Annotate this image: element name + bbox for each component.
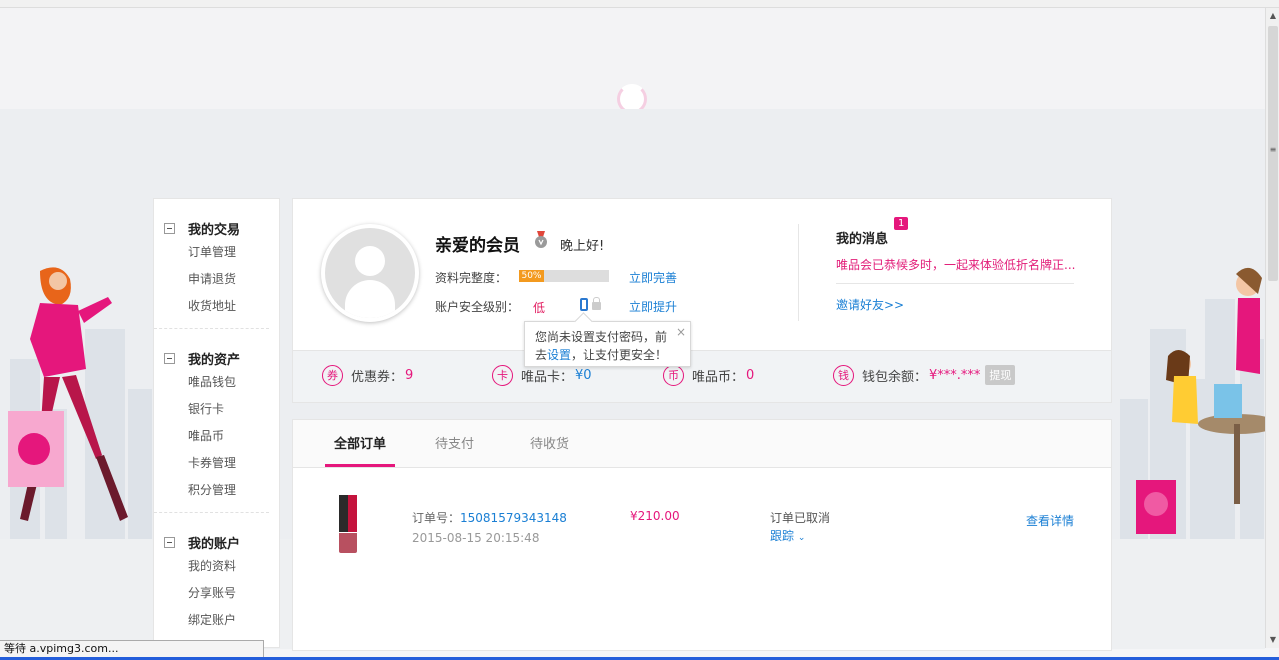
coupon-icon: 券	[322, 364, 343, 386]
wallet-balance: ¥***.***	[929, 367, 981, 383]
sidebar-group-title: 我的账户	[188, 536, 241, 552]
messages-count-badge: 1	[894, 217, 909, 230]
completeness-label: 资料完整度：	[435, 271, 508, 285]
track-label: 跟踪	[770, 529, 795, 543]
security-level-value: 低	[533, 301, 546, 315]
vip-coin-label: 唯品币：	[692, 369, 745, 385]
coupon-summary[interactable]: 券 优惠券： 9	[322, 364, 413, 386]
vip-coin-count: 0	[746, 367, 755, 383]
order-number-link[interactable]: 15081579343148	[460, 511, 567, 525]
wallet-summary[interactable]: 钱 钱包余额： ¥***.*** 提现	[833, 364, 1016, 386]
order-number-label: 订单号：	[412, 511, 461, 525]
sidebar-item-returns[interactable]: 申请退货	[164, 266, 269, 293]
order-price: ¥210.00	[630, 509, 680, 523]
vip-coin-summary[interactable]: 币 唯品币： 0	[663, 364, 754, 386]
collapse-minus-icon[interactable]	[164, 536, 175, 548]
view-details-link[interactable]: 查看详情	[1026, 512, 1074, 529]
tab-all-orders[interactable]: 全部订单	[325, 420, 396, 467]
orders-panel: 全部订单 待支付 待收货 订单号：15081579343148 2015-08-…	[292, 419, 1112, 651]
sidebar-group-title: 我的资产	[188, 352, 241, 368]
sidebar-item-orders[interactable]: 订单管理	[164, 239, 269, 266]
sidebar-group-trade: 我的交易 订单管理 申请退货 收货地址	[154, 199, 269, 329]
tab-pending-payment[interactable]: 待支付	[435, 420, 474, 467]
account-sidebar: 我的交易 订单管理 申请退货 收货地址 我的资产 唯品钱包 银行卡 唯品币 卡券…	[153, 198, 280, 648]
sidebar-item-share-account[interactable]: 分享账号	[164, 580, 269, 607]
complete-profile-link[interactable]: 立即完善	[629, 269, 677, 286]
completeness-progress-bar: 50%	[519, 270, 609, 282]
default-user-icon	[325, 228, 415, 318]
vip-card-label: 唯品卡：	[521, 369, 574, 385]
scroll-grip-icon: ≡	[1269, 145, 1277, 154]
upgrade-security-link[interactable]: 立即提升	[629, 298, 677, 315]
card-icon: 卡	[492, 364, 513, 386]
sidebar-item-bank-cards[interactable]: 银行卡	[164, 396, 269, 423]
divider	[836, 283, 1074, 284]
browser-status-bar: 等待 a.vpimg3.com...	[0, 640, 264, 657]
vip-card-summary[interactable]: 卡 唯品卡： ¥0	[492, 364, 592, 386]
sidebar-group-assets: 我的资产 唯品钱包 银行卡 唯品币 卡券管理 积分管理	[154, 329, 269, 513]
order-row: 订单号：15081579343148 2015-08-15 20:15:48 ¥…	[293, 495, 1111, 565]
sidebar-group-title: 我的交易	[188, 222, 241, 238]
left-illustration-woman	[8, 267, 128, 521]
completeness-progress-fill: 50%	[519, 270, 544, 282]
sidebar-item-wallet[interactable]: 唯品钱包	[164, 369, 269, 396]
collapse-minus-icon[interactable]	[164, 222, 175, 234]
order-tabs: 全部订单 待支付 待收货	[293, 420, 1111, 468]
messages-title[interactable]: 我的消息	[836, 228, 888, 247]
coupon-label: 优惠券：	[351, 369, 404, 385]
vertical-scrollbar[interactable]: ▲ ≡ ▼	[1265, 8, 1279, 648]
product-thumbnail[interactable]	[337, 495, 359, 555]
lock-icon[interactable]	[592, 297, 601, 310]
avatar[interactable]	[321, 224, 419, 322]
assets-bar: 券 优惠券： 9 卡 唯品卡： ¥0 币 唯品币： 0 钱 钱包余额： ¥***…	[293, 350, 1111, 402]
wallet-icon: 钱	[833, 364, 854, 386]
bookmarks-bar	[0, 0, 1279, 8]
order-status: 订单已取消	[770, 511, 831, 525]
coupon-count: 9	[405, 367, 414, 383]
scroll-down-icon[interactable]: ▼	[1268, 634, 1278, 646]
wallet-label: 钱包余额：	[862, 369, 928, 385]
track-order-link[interactable]: 跟踪 ⌄	[770, 527, 805, 544]
divider	[798, 224, 799, 321]
sidebar-item-coupons[interactable]: 卡券管理	[164, 450, 269, 477]
member-name: 亲爱的会员	[435, 236, 520, 256]
coin-icon: 币	[663, 364, 684, 386]
page-header	[0, 8, 1265, 114]
withdraw-button[interactable]: 提现	[985, 365, 1016, 385]
security-level-label: 账户安全级别：	[435, 300, 520, 314]
phone-icon[interactable]	[580, 298, 588, 311]
tooltip-line-1: 您尚未设置支付密码，前	[535, 330, 668, 344]
invite-friends-link[interactable]: 邀请好友>>	[836, 296, 904, 313]
right-illustration-women	[1136, 267, 1265, 534]
sidebar-item-profile[interactable]: 我的资料	[164, 553, 269, 580]
sidebar-item-addresses[interactable]: 收货地址	[164, 293, 269, 320]
tab-pending-receipt[interactable]: 待收货	[530, 420, 569, 467]
message-preview-link[interactable]: 唯品会已恭候多时，一起来体验低折名牌正...	[836, 256, 1076, 273]
profile-card: 亲爱的会员 晚上好! 资料完整度： 50% 立即完善 账户安全级别： 低 立即提…	[292, 198, 1112, 403]
order-date: 2015-08-15 20:15:48	[412, 531, 540, 545]
sidebar-item-coins[interactable]: 唯品币	[164, 423, 269, 450]
payment-password-tooltip: × 您尚未设置支付密码，前 去设置，让支付更安全！	[524, 321, 691, 367]
sidebar-group-account: 我的账户 我的资料 分享账号 绑定账户	[154, 513, 269, 642]
tooltip-text: ，让支付更安全！	[571, 348, 668, 362]
vip-card-balance: ¥0	[575, 367, 592, 383]
order-number: 订单号：15081579343148	[412, 509, 567, 526]
sidebar-item-points[interactable]: 积分管理	[164, 477, 269, 504]
sidebar-item-bind-account[interactable]: 绑定账户	[164, 607, 269, 634]
close-icon[interactable]: ×	[676, 323, 686, 341]
collapse-minus-icon[interactable]	[164, 352, 175, 364]
medal-icon	[535, 231, 547, 248]
tooltip-text: 去	[535, 348, 548, 362]
set-payment-password-link[interactable]: 设置	[547, 348, 571, 362]
chevron-down-icon: ⌄	[797, 533, 806, 543]
scroll-up-icon[interactable]: ▲	[1268, 10, 1278, 22]
greeting-text: 晚上好!	[560, 239, 605, 254]
